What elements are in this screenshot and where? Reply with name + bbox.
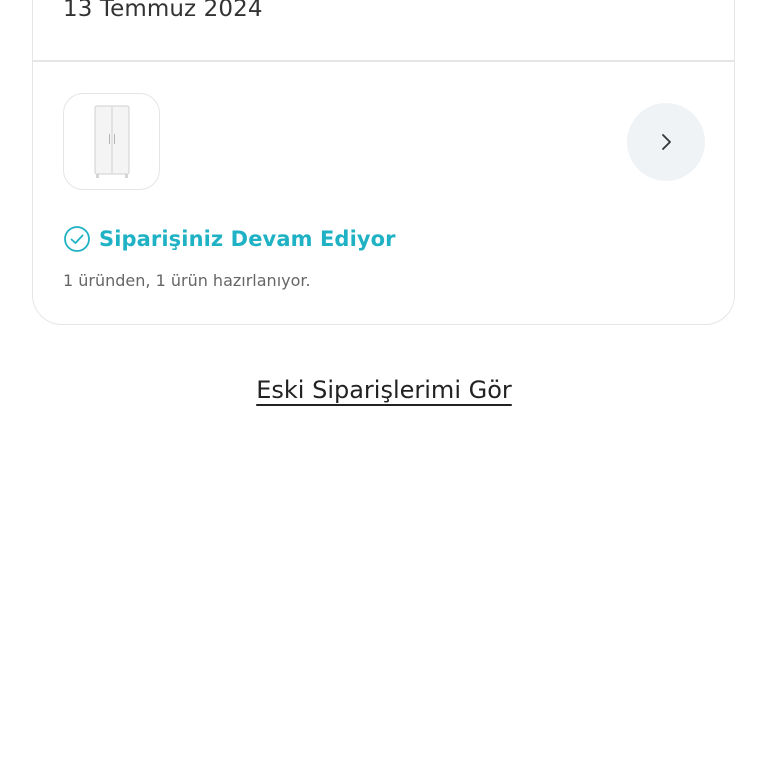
old-orders-link[interactable]: Eski Siparişlerimi Gör: [256, 376, 512, 404]
order-date: 13 Temmuz 2024: [63, 0, 263, 22]
order-status: Siparişiniz Devam Ediyor: [63, 225, 396, 253]
chevron-right-icon: [662, 134, 671, 150]
card-divider: [33, 60, 734, 62]
product-thumbnail[interactable]: [63, 93, 160, 190]
check-circle-icon: [64, 226, 90, 252]
old-orders-link-row: Eski Siparişlerimi Gör: [0, 376, 768, 404]
order-status-detail: 1 üründen, 1 ürün hazırlanıyor.: [63, 271, 311, 290]
order-detail-button[interactable]: [627, 103, 705, 181]
wardrobe-image: [94, 105, 129, 178]
order-status-text: Siparişiniz Devam Ediyor: [99, 227, 396, 251]
order-card[interactable]: 13 Temmuz 2024 Siparişiniz Devam Ediyor …: [32, 0, 735, 325]
